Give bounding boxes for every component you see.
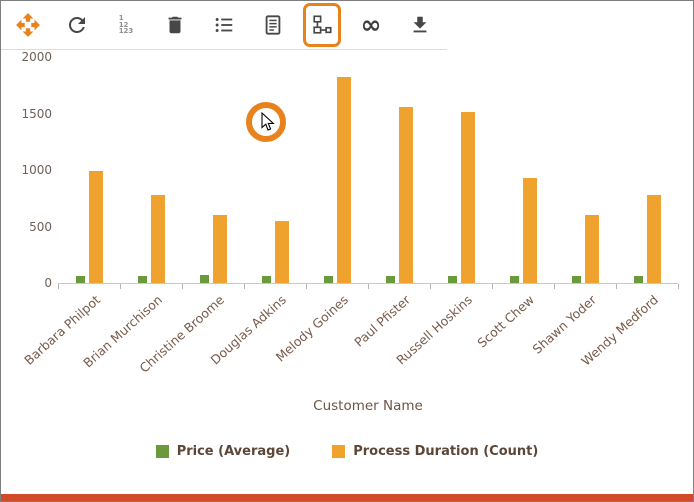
plot-area: 0500100015002000Barbara PhilpotBrian Mur… — [58, 58, 678, 284]
bar[interactable] — [76, 276, 85, 283]
number-format-button[interactable]: 1 12 123 — [107, 3, 145, 47]
x-axis-title: Customer Name — [58, 398, 678, 414]
refresh-button[interactable] — [58, 3, 96, 47]
bar[interactable] — [262, 276, 271, 283]
move-button[interactable] — [9, 3, 47, 47]
x-axis-label: Russell Hoskins — [361, 292, 475, 397]
x-axis-label: Scott Chew — [423, 292, 537, 397]
x-axis-tick — [58, 284, 59, 289]
download-icon — [409, 14, 431, 36]
x-axis-tick — [554, 284, 555, 289]
y-axis-tick-label: 2000 — [6, 50, 52, 64]
bar[interactable] — [337, 77, 351, 283]
list-icon — [213, 14, 235, 36]
numbers-icon: 1 12 123 — [119, 15, 134, 35]
flowchart-icon — [311, 14, 333, 36]
x-axis-label: Barbara Philpot — [0, 292, 103, 397]
x-axis-tick — [430, 284, 431, 289]
document-icon — [262, 14, 284, 36]
legend-swatch — [332, 445, 345, 458]
bar[interactable] — [324, 276, 333, 283]
bar-group — [510, 178, 537, 283]
bar-group — [448, 112, 475, 283]
bar[interactable] — [634, 276, 643, 283]
move-icon — [15, 12, 41, 38]
legend-label: Price (Average) — [177, 444, 291, 459]
bar-group — [200, 215, 227, 283]
toolbar: 1 12 123 — [1, 1, 447, 50]
download-button[interactable] — [401, 3, 439, 47]
bar[interactable] — [399, 107, 413, 283]
x-axis-tick — [616, 284, 617, 289]
bar[interactable] — [89, 171, 103, 283]
x-axis-label: Melody Goines — [237, 292, 351, 397]
bar[interactable] — [572, 276, 581, 283]
bar[interactable] — [213, 215, 227, 283]
infinity-button[interactable]: ∞ — [352, 3, 390, 47]
x-axis-tick — [182, 284, 183, 289]
bar-group — [262, 221, 289, 283]
bar-group — [138, 195, 165, 283]
bar[interactable] — [647, 195, 661, 283]
bar-group — [324, 77, 351, 283]
trash-icon — [164, 14, 186, 36]
x-axis-label: Shawn Yoder — [485, 292, 599, 397]
y-axis-tick-label: 1500 — [6, 107, 52, 121]
bar[interactable] — [275, 221, 289, 283]
y-axis-tick-label: 500 — [6, 220, 52, 234]
chart-legend: Price (Average) Process Duration (Count) — [1, 444, 693, 459]
bar[interactable] — [585, 215, 599, 283]
x-axis-label: Christine Broome — [113, 292, 227, 397]
report-view-button[interactable] — [254, 3, 292, 47]
x-axis-tick — [368, 284, 369, 289]
bar[interactable] — [461, 112, 475, 283]
infinity-icon: ∞ — [361, 15, 382, 35]
bar[interactable] — [448, 276, 457, 283]
refresh-icon — [65, 13, 89, 37]
x-axis-label: Wendy Medford — [547, 292, 661, 397]
bar[interactable] — [386, 276, 395, 283]
list-view-button[interactable] — [205, 3, 243, 47]
x-axis-tick — [120, 284, 121, 289]
legend-swatch — [156, 445, 169, 458]
legend-item[interactable]: Process Duration (Count) — [332, 444, 538, 459]
x-axis-tick — [492, 284, 493, 289]
x-axis-tick — [678, 284, 679, 289]
bar[interactable] — [510, 276, 519, 283]
legend-label: Process Duration (Count) — [353, 444, 538, 459]
bar[interactable] — [151, 195, 165, 283]
bar[interactable] — [523, 178, 537, 283]
bar[interactable] — [200, 275, 209, 283]
delete-button[interactable] — [156, 3, 194, 47]
y-axis-tick-label: 1000 — [6, 163, 52, 177]
bar-group — [76, 171, 103, 283]
bar-group — [634, 195, 661, 283]
chart-widget: 1 12 123 — [0, 0, 694, 502]
bar[interactable] — [138, 276, 147, 283]
mouse-cursor-icon — [261, 112, 275, 132]
x-axis-label: Paul Pfister — [299, 292, 413, 397]
x-axis-tick — [306, 284, 307, 289]
bar-group — [386, 107, 413, 283]
flowchart-view-button[interactable] — [303, 3, 341, 47]
x-axis-label: Douglas Adkins — [175, 292, 289, 397]
legend-item[interactable]: Price (Average) — [156, 444, 291, 459]
x-axis-label: Brian Murchison — [51, 292, 165, 397]
y-axis-tick-label: 0 — [6, 276, 52, 290]
x-axis-tick — [244, 284, 245, 289]
bottom-accent-bar — [1, 494, 693, 501]
bar-group — [572, 215, 599, 283]
